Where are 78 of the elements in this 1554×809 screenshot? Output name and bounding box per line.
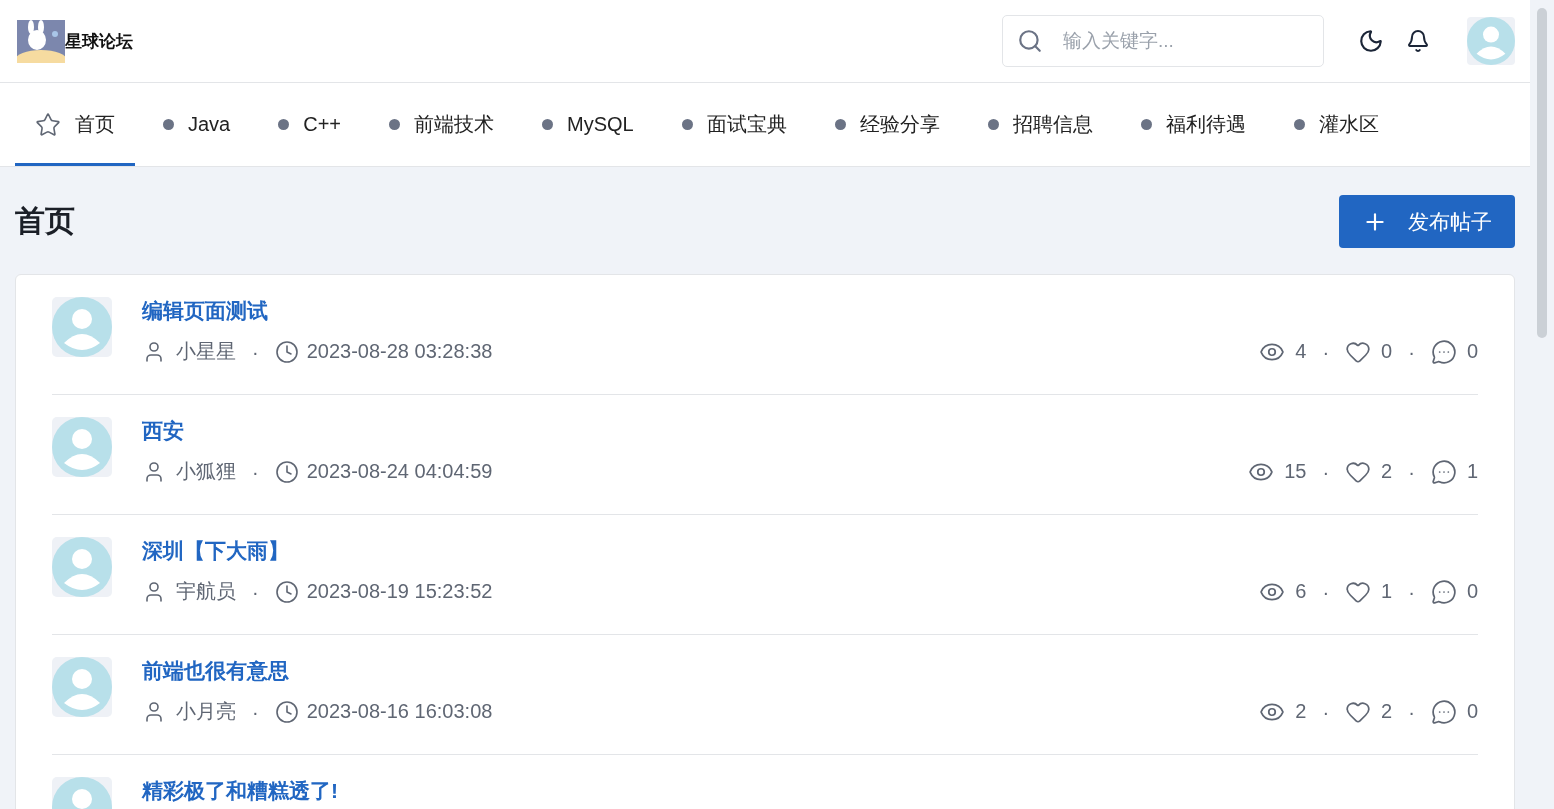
new-post-button[interactable]: 发布帖子 <box>1339 195 1515 248</box>
clock-icon <box>274 579 299 604</box>
separator-dot: · <box>252 579 259 605</box>
comment-count: 0 <box>1466 580 1478 603</box>
dot-icon <box>278 119 290 130</box>
nav-tab[interactable]: 福利待遇 <box>1120 83 1266 166</box>
dot-icon <box>163 119 174 130</box>
comment-icon <box>1430 698 1457 725</box>
notification-button[interactable] <box>1406 29 1430 53</box>
like-count: 2 <box>1381 700 1393 723</box>
nav-tab[interactable]: 面试宝典 <box>661 83 807 166</box>
like-count: 1 <box>1381 580 1393 603</box>
nav-tab[interactable]: 前端技术 <box>369 83 515 166</box>
clock-icon <box>274 699 299 724</box>
separator-dot: · <box>252 459 259 485</box>
separator-dot: · <box>1408 339 1415 365</box>
nav-tab[interactable]: Java <box>143 83 251 166</box>
separator-dot: · <box>252 339 259 365</box>
dot-icon <box>834 119 846 130</box>
separator-dot: · <box>1322 699 1330 725</box>
comment-count: 1 <box>1466 460 1478 483</box>
separator-dot: · <box>1408 459 1415 485</box>
like-count: 0 <box>1381 340 1393 363</box>
author-name: 小月亮 <box>176 699 236 724</box>
post-title-link[interactable]: 编辑页面测试 <box>142 297 1478 325</box>
dark-mode-button[interactable] <box>1358 28 1384 54</box>
post-title-link[interactable]: 西安 <box>142 417 1478 445</box>
post-time: 2023-08-19 15:23:52 <box>306 580 493 603</box>
separator-dot: · <box>1408 579 1415 605</box>
separator-dot: · <box>1322 339 1330 365</box>
dot-icon <box>1140 119 1152 130</box>
dot-icon <box>681 119 693 130</box>
dot-icon <box>1293 119 1305 130</box>
post-title-link[interactable]: 深圳【下大雨】 <box>142 537 1478 565</box>
nav-tab[interactable]: 经验分享 <box>814 83 960 166</box>
nav-tab[interactable]: 灌水区 <box>1273 83 1399 166</box>
dot-icon <box>987 119 999 130</box>
post-time: 2023-08-24 04:04:59 <box>306 460 493 483</box>
post-title-link[interactable]: 精彩极了和糟糕透了! <box>142 777 1478 805</box>
dot-icon <box>389 119 401 130</box>
scrollbar-thumb[interactable] <box>1537 8 1547 338</box>
search-field[interactable]: 输入关键字... <box>1002 15 1324 67</box>
search-icon <box>1017 28 1043 54</box>
view-count: 2 <box>1295 700 1307 723</box>
nav-tab[interactable]: C++ <box>258 83 362 166</box>
view-count: 6 <box>1295 580 1307 603</box>
comment-count: 0 <box>1466 700 1478 723</box>
nav-tab[interactable]: 首页 <box>15 83 135 166</box>
author-name: 小狐狸 <box>176 459 236 484</box>
separator-dot: · <box>252 699 259 725</box>
star-icon <box>35 111 61 138</box>
like-count: 2 <box>1381 460 1393 483</box>
author-name: 宇航员 <box>176 579 236 604</box>
view-count: 4 <box>1295 340 1307 363</box>
post-time: 2023-08-16 16:03:08 <box>306 700 493 723</box>
nav-tab[interactable]: 招聘信息 <box>967 83 1113 166</box>
avatar-icon <box>52 297 112 357</box>
view-count: 15 <box>1284 460 1307 483</box>
avatar-icon <box>52 657 112 717</box>
nav-tab[interactable]: MySQL <box>522 83 654 166</box>
separator-dot: · <box>1408 699 1415 725</box>
site-name: 星球论坛 <box>65 30 133 53</box>
separator-dot: · <box>1322 579 1330 605</box>
clock-icon <box>274 459 299 484</box>
page-title: 首页 <box>15 203 75 239</box>
avatar-icon <box>52 417 112 477</box>
logo-icon <box>17 19 65 63</box>
dot-icon <box>542 119 554 130</box>
clock-icon <box>274 339 299 364</box>
comment-count: 0 <box>1466 340 1478 363</box>
post-time: 2023-08-28 03:28:38 <box>306 340 493 363</box>
comment-icon <box>1430 458 1457 485</box>
comment-icon <box>1430 338 1457 365</box>
author-name: 小星星 <box>176 339 236 364</box>
separator-dot: · <box>1322 459 1330 485</box>
comment-icon <box>1430 578 1457 605</box>
avatar-icon <box>52 537 112 597</box>
post-title-link[interactable]: 前端也很有意思 <box>142 657 1478 685</box>
